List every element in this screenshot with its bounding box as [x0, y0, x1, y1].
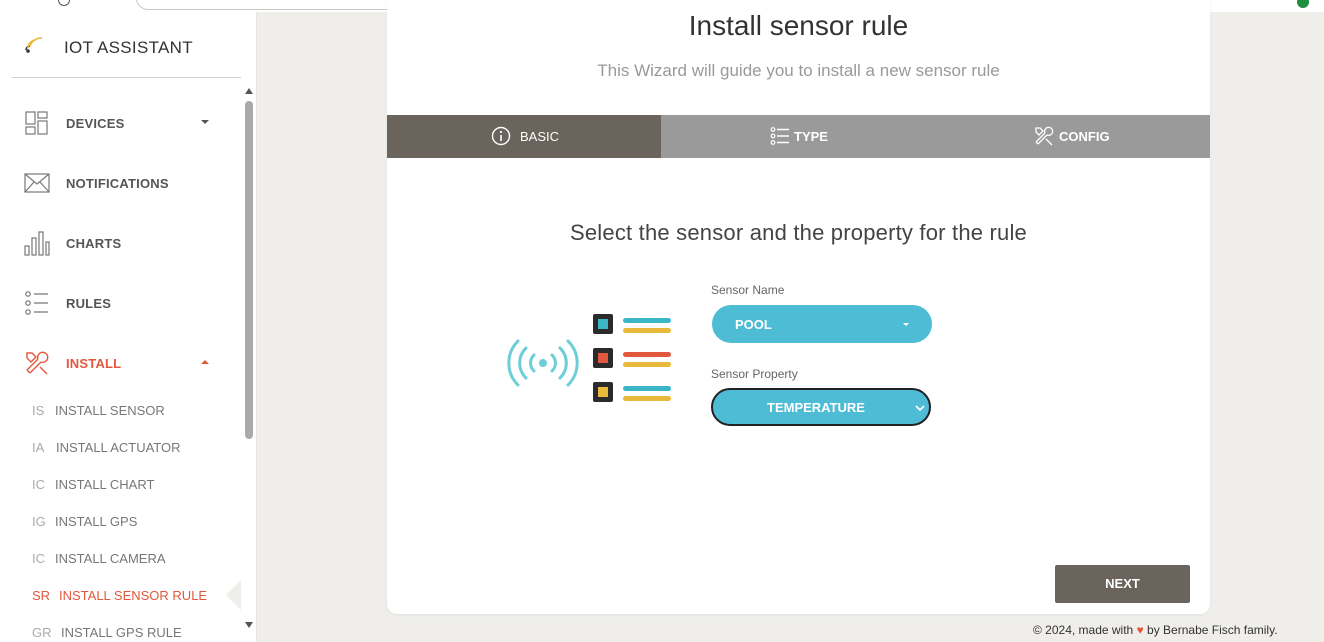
scroll-down-icon[interactable] [245, 622, 253, 628]
wizard-card: Install sensor rule This Wizard will gui… [387, 0, 1210, 614]
subitem-label: INSTALL GPS [55, 514, 138, 529]
tab-label: BASIC [520, 129, 560, 144]
chevron-down-icon [903, 323, 909, 326]
sensor-property-label: Sensor Property [711, 367, 798, 381]
footer-suffix: by Bernabe Fisch family. [1147, 623, 1278, 637]
subitem-abbr: IG [32, 514, 46, 529]
sidebar-subitem-install-sensor-rule[interactable]: SR INSTALL SENSOR RULE [0, 580, 241, 610]
sidebar-item-rules[interactable]: RULES [0, 282, 240, 322]
brand-name: IOT ASSISTANT [64, 38, 193, 57]
sidebar-item-devices[interactable]: DEVICES [0, 102, 240, 142]
tools-icon [1035, 126, 1054, 146]
sidebar-item-label: DEVICES [66, 116, 125, 131]
sidebar-subitem-install-gps-rule[interactable]: GR INSTALL GPS RULE [0, 617, 240, 642]
sidebar-item-label: INSTALL [66, 356, 122, 371]
sidebar-item-charts[interactable]: CHARTS [0, 222, 240, 262]
subitem-abbr: IC [32, 551, 45, 566]
sidebar: IOT ASSISTANT DEVICES NOTIFICATIONS CHAR… [0, 12, 257, 642]
page-title: Install sensor rule [688, 10, 909, 41]
subitem-abbr: IS [32, 403, 45, 418]
subitem-label: INSTALL CHART [55, 477, 155, 492]
sensor-property-select[interactable]: TEMPERATURE [711, 388, 931, 426]
info-icon [491, 126, 511, 146]
subitem-label: INSTALL SENSOR [55, 403, 165, 418]
sidebar-item-notifications[interactable]: NOTIFICATIONS [0, 162, 240, 202]
step-prompt: Select the sensor and the property for t… [570, 220, 1027, 245]
sidebar-subitem-install-gps[interactable]: IG INSTALL GPS [0, 506, 240, 536]
tab-label: TYPE [794, 129, 828, 144]
subitem-label: INSTALL GPS RULE [61, 625, 182, 640]
subitem-label: INSTALL CAMERA [55, 551, 166, 566]
subitem-abbr: IC [32, 477, 45, 492]
next-button[interactable]: NEXT [1055, 565, 1190, 603]
sidebar-item-label: RULES [66, 296, 112, 311]
footer-credit: © 2024, made with ♥ by Bernabe Fisch fam… [1033, 623, 1278, 637]
subitem-abbr: IA [32, 440, 45, 455]
profile-badge-icon[interactable] [1297, 0, 1309, 8]
wifi-logo-icon [25, 37, 43, 53]
active-indicator [226, 580, 241, 610]
mail-icon [24, 173, 50, 193]
sidebar-item-label: CHARTS [66, 236, 122, 251]
chevron-up-icon [201, 360, 209, 364]
subitem-abbr: SR [32, 588, 51, 603]
wizard-tabs: BASIC TYPE CONFIG [387, 115, 1210, 158]
tab-type[interactable]: TYPE [661, 115, 935, 158]
tab-basic[interactable]: BASIC [387, 115, 661, 158]
subitem-label: INSTALL ACTUATOR [56, 440, 181, 455]
sensor-name-value: POOL [735, 317, 772, 332]
sidebar-item-install[interactable]: INSTALL [0, 342, 240, 382]
sidebar-subitem-install-actuator[interactable]: IA INSTALL ACTUATOR [0, 432, 240, 462]
list-icon [770, 127, 789, 145]
chevron-down-icon [201, 120, 209, 124]
reload-icon[interactable] [58, 0, 70, 6]
tab-label: CONFIG [1059, 129, 1110, 144]
heart-icon: ♥ [1136, 623, 1144, 637]
scroll-up-icon[interactable] [245, 88, 253, 94]
dashboard-icon [25, 111, 48, 135]
footer-prefix: © 2024, made with [1033, 623, 1134, 637]
sidebar-subitem-install-camera[interactable]: IC INSTALL CAMERA [0, 543, 240, 573]
wireless-signal-icon [507, 339, 579, 387]
tools-icon [26, 351, 49, 375]
sensor-name-select[interactable]: POOL [712, 305, 932, 343]
sidebar-subitem-install-sensor[interactable]: IS INSTALL SENSOR [0, 395, 240, 425]
subitem-abbr: GR [32, 625, 52, 640]
sidebar-item-label: NOTIFICATIONS [66, 176, 169, 191]
sensor-list-illustration [507, 314, 671, 402]
tab-config[interactable]: CONFIG [935, 115, 1210, 158]
brand[interactable]: IOT ASSISTANT [12, 12, 241, 78]
sidebar-scrollbar[interactable] [242, 84, 256, 642]
bar-chart-icon [24, 231, 50, 256]
scrollbar-thumb[interactable] [245, 101, 253, 439]
sensor-property-value: TEMPERATURE [767, 400, 865, 415]
subitem-label: INSTALL SENSOR RULE [59, 588, 208, 603]
sidebar-subitem-install-chart[interactable]: IC INSTALL CHART [0, 469, 240, 499]
sensor-name-label: Sensor Name [711, 283, 785, 297]
list-icon [25, 291, 48, 315]
chevron-down-icon [915, 405, 925, 412]
page-subtitle: This Wizard will guide you to install a … [597, 61, 1000, 80]
